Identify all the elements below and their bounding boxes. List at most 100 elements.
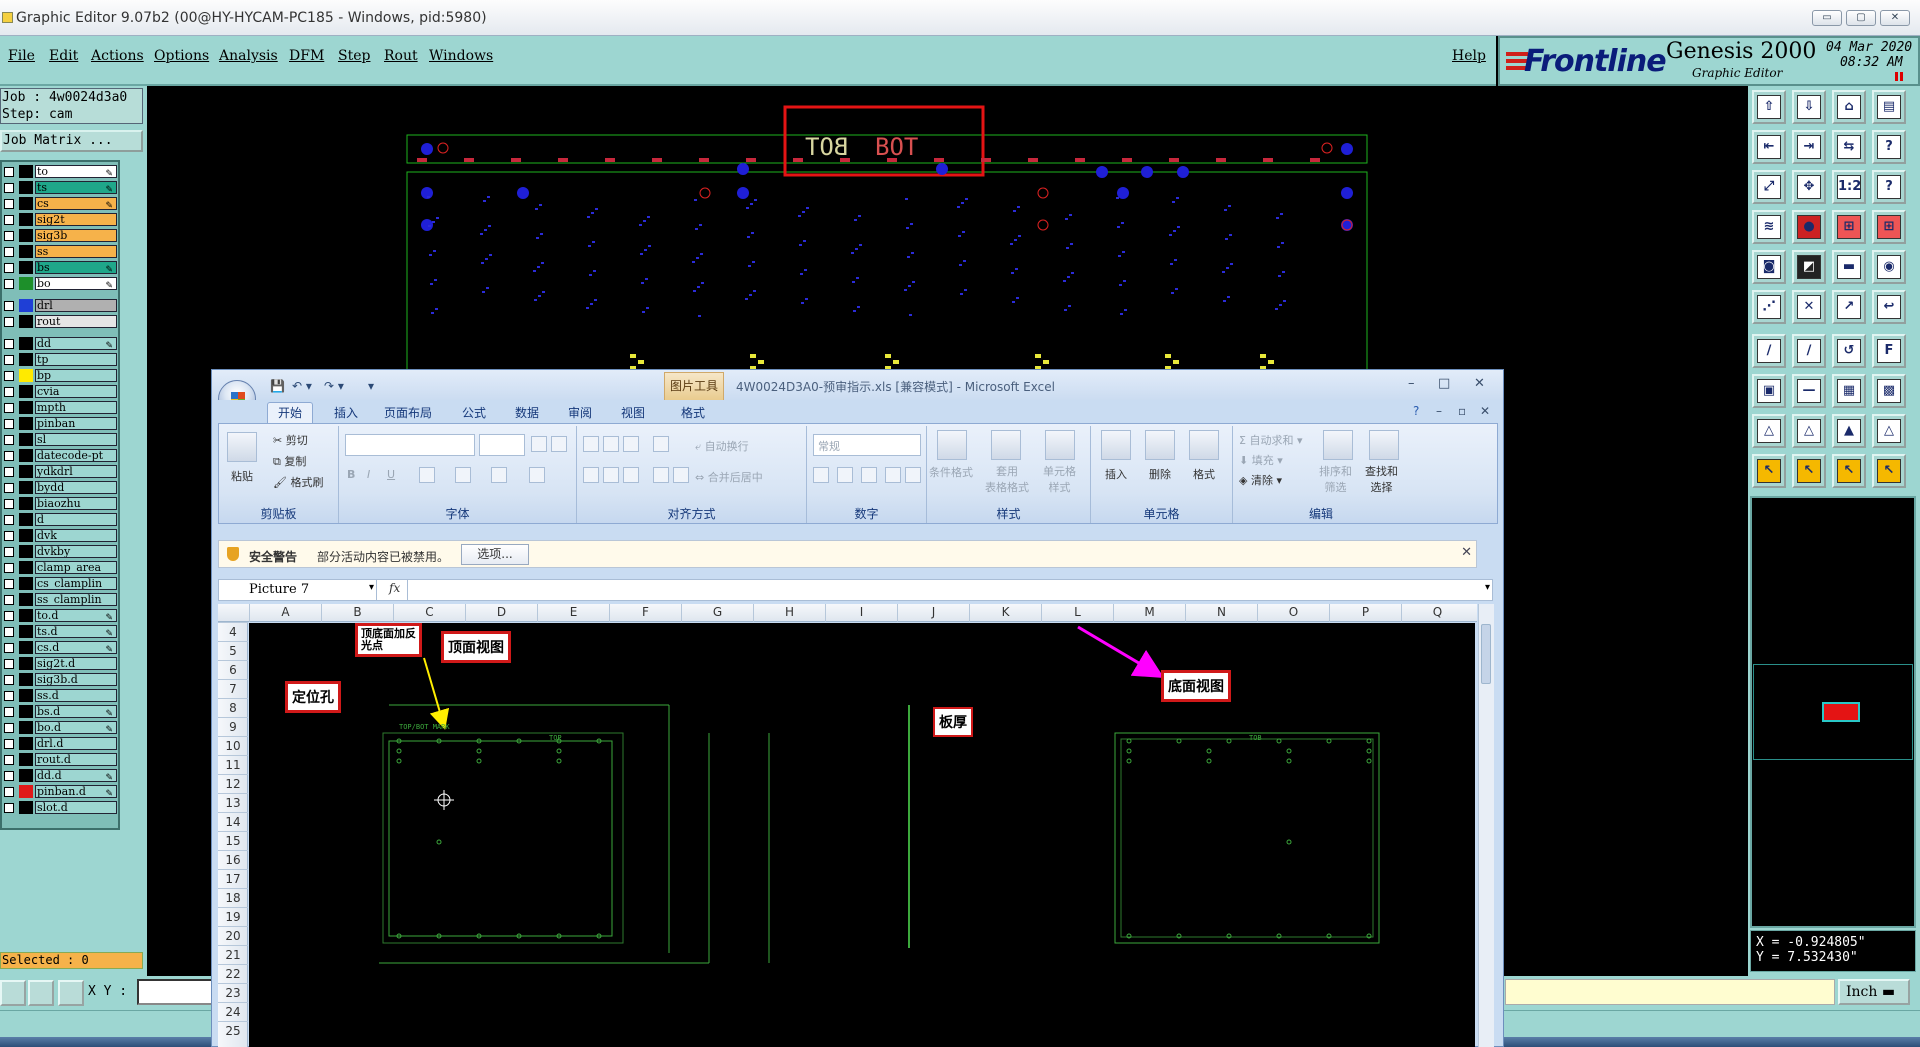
- paste-button[interactable]: 粘贴: [231, 468, 253, 484]
- layer-row-rout[interactable]: rout: [2, 314, 120, 329]
- layer-checkbox[interactable]: [4, 499, 14, 509]
- layer-row-bydd[interactable]: bydd: [2, 480, 120, 495]
- row-header-10[interactable]: 10: [218, 736, 248, 755]
- cross-icon[interactable]: ✕: [1792, 290, 1826, 324]
- layer-row-bo-d[interactable]: bo.d ✎: [2, 720, 120, 735]
- tab-formulas[interactable]: 公式: [462, 404, 486, 421]
- layer-color-swatch[interactable]: [19, 369, 33, 382]
- branch-icon[interactable]: ↩: [1872, 290, 1906, 324]
- redo-icon[interactable]: ↷ ▾: [324, 379, 344, 393]
- layer-color-swatch[interactable]: [19, 449, 33, 462]
- format-cells-icon[interactable]: [1189, 430, 1219, 460]
- format-painter-button[interactable]: 🖌 格式刷: [273, 474, 323, 490]
- worksheet-grid[interactable]: TOP/BOT MARK TOP TOB 定位孔 顶底面加反 光点 顶面视图 底…: [249, 623, 1475, 1047]
- wrap-text-button[interactable]: ⤶ 自动换行: [695, 438, 749, 454]
- percent-icon[interactable]: [837, 467, 853, 483]
- menu-rout[interactable]: Rout: [384, 48, 418, 64]
- format-as-table-button[interactable]: 套用 表格格式: [985, 464, 1029, 496]
- excel-window[interactable]: 💾 ↶ ▾ ↷ ▾ ▾ 图片工具 4W0024D3A0-预审指示.xls [兼容…: [211, 369, 1504, 1047]
- layer-name[interactable]: ydkdrl: [35, 465, 117, 478]
- layer-checkbox[interactable]: [4, 419, 14, 429]
- layer-name[interactable]: sig3b: [35, 229, 117, 242]
- layer-color-swatch[interactable]: [19, 641, 33, 654]
- column-header-N[interactable]: N: [1185, 604, 1257, 622]
- layer-color-swatch[interactable]: [19, 277, 33, 290]
- layer-color-swatch[interactable]: [19, 337, 33, 350]
- workbook-close-icon[interactable]: ✕: [1480, 404, 1490, 418]
- layer-color-swatch[interactable]: [19, 545, 33, 558]
- layer-name[interactable]: mpth: [35, 401, 117, 414]
- layer-row-ss[interactable]: ss: [2, 244, 120, 259]
- layer-color-swatch[interactable]: [19, 401, 33, 414]
- layer-color-swatch[interactable]: [19, 245, 33, 258]
- column-header-J[interactable]: J: [897, 604, 969, 622]
- layer-name[interactable]: clamp_area: [35, 561, 117, 574]
- triangle-fill-icon[interactable]: △: [1872, 414, 1906, 448]
- copy-button[interactable]: ⧉ 复制: [273, 453, 306, 469]
- name-box-dropdown-icon[interactable]: ▾: [369, 582, 374, 593]
- borders-icon[interactable]: [419, 467, 435, 483]
- excel-maximize-button[interactable]: □: [1438, 376, 1450, 391]
- menu-file[interactable]: File: [8, 48, 35, 64]
- layer-name[interactable]: ts ✎: [35, 181, 117, 194]
- align-top-icon[interactable]: [583, 436, 599, 452]
- shrink-font-icon[interactable]: [551, 436, 567, 452]
- menu-options[interactable]: Options: [154, 48, 209, 64]
- orientation-icon[interactable]: [653, 436, 669, 452]
- overview-viewport[interactable]: [1822, 702, 1860, 722]
- layer-row-cs-d[interactable]: cs.d ✎: [2, 640, 120, 655]
- layer-checkbox[interactable]: [4, 531, 14, 541]
- tab-insert[interactable]: 插入: [334, 404, 358, 421]
- align-right-icon[interactable]: [623, 467, 639, 483]
- workbook-restore-icon[interactable]: ▫: [1458, 404, 1466, 418]
- format-button[interactable]: 格式: [1193, 466, 1215, 482]
- layer-checkbox[interactable]: [4, 167, 14, 177]
- layer-color-swatch[interactable]: [19, 433, 33, 446]
- layer-checkbox[interactable]: [4, 755, 14, 765]
- triangle-alt-icon[interactable]: △: [1792, 414, 1826, 448]
- layer-row-to[interactable]: to ✎: [2, 164, 120, 179]
- tab-page-layout[interactable]: 页面布局: [384, 404, 432, 421]
- align-bottom-icon[interactable]: [623, 436, 639, 452]
- layer-row-bp[interactable]: bp: [2, 368, 120, 383]
- merge-center-button[interactable]: ⇔ 合并后居中: [695, 469, 763, 485]
- bold-button[interactable]: B: [347, 468, 355, 481]
- layer-color-swatch[interactable]: [19, 465, 33, 478]
- select-all-button[interactable]: [218, 604, 248, 622]
- layer-checkbox[interactable]: [4, 301, 14, 311]
- layer-checkbox[interactable]: [4, 371, 14, 381]
- layer-name[interactable]: drl.d: [35, 737, 117, 750]
- layer-row-bo[interactable]: bo ✎: [2, 276, 120, 291]
- layer-name[interactable]: bydd: [35, 481, 117, 494]
- menu-help[interactable]: Help: [1452, 48, 1486, 64]
- layer-name[interactable]: pinban.d ✎: [35, 785, 117, 798]
- name-box[interactable]: Picture 7: [219, 580, 377, 600]
- qat-customize-icon[interactable]: ▾: [368, 379, 374, 393]
- ruler-icon[interactable]: ▬: [1832, 250, 1866, 284]
- layer-name[interactable]: slot.d: [35, 801, 117, 814]
- menu-edit[interactable]: Edit: [49, 48, 78, 64]
- select-box-icon[interactable]: ↖: [1792, 454, 1826, 488]
- select-arrow-icon[interactable]: ↖: [1752, 454, 1786, 488]
- layer-color-swatch[interactable]: [19, 705, 33, 718]
- row-header-15[interactable]: 15: [218, 831, 248, 850]
- drawing-layer[interactable]: TOP/BOT MARK TOP TOB: [249, 623, 1475, 1047]
- column-header-E[interactable]: E: [537, 604, 609, 622]
- step-icon[interactable]: ▩: [1872, 374, 1906, 408]
- layer-checkbox[interactable]: [4, 199, 14, 209]
- row-header-5[interactable]: 5: [218, 641, 248, 660]
- row-header-23[interactable]: 23: [218, 983, 248, 1002]
- layer-name[interactable]: cs ✎: [35, 197, 117, 210]
- layer-checkbox[interactable]: [4, 515, 14, 525]
- fill-button[interactable]: ⬇ 填充 ▾: [1239, 452, 1283, 468]
- security-options-button[interactable]: 选项...: [461, 544, 529, 565]
- layer-color-swatch[interactable]: [19, 299, 33, 312]
- row-header-7[interactable]: 7: [218, 679, 248, 698]
- paste-icon[interactable]: [227, 432, 257, 462]
- layer-color-swatch[interactable]: [19, 497, 33, 510]
- layer-checkbox[interactable]: [4, 723, 14, 733]
- layer-checkbox[interactable]: [4, 595, 14, 605]
- layer-row-sig2t-d[interactable]: sig2t.d: [2, 656, 120, 671]
- layer-checkbox[interactable]: [4, 579, 14, 589]
- zoom-in-icon[interactable]: ⇥: [1792, 130, 1826, 164]
